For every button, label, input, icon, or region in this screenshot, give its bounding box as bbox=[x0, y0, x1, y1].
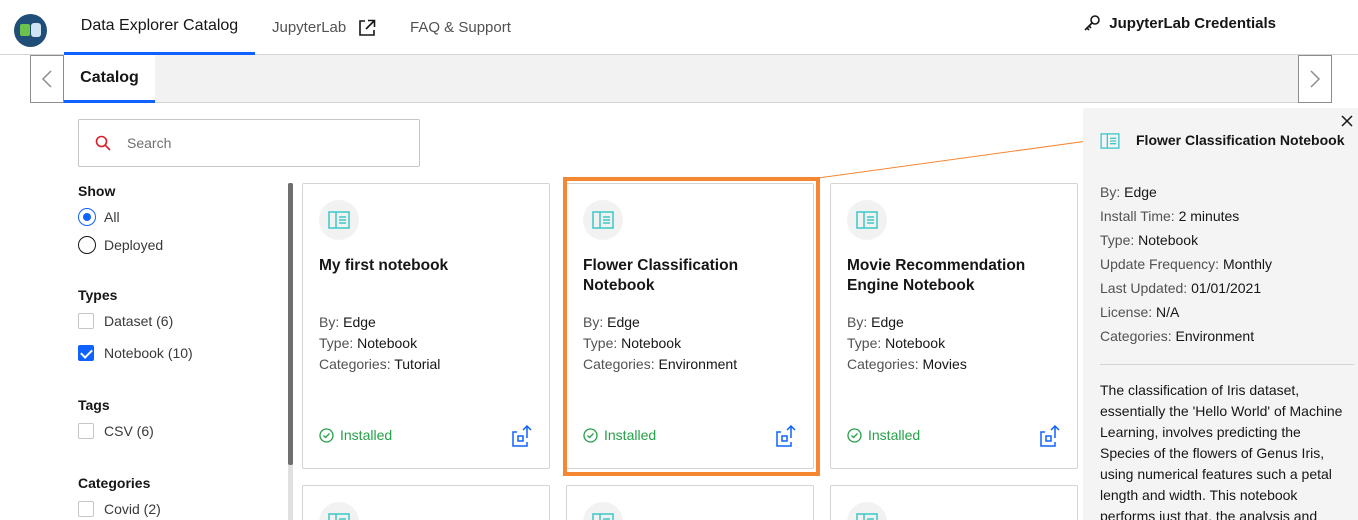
scroll-right-button[interactable] bbox=[1298, 55, 1332, 103]
notebook-icon bbox=[583, 502, 623, 520]
checkmark-circle-icon bbox=[319, 427, 334, 443]
catalog-card[interactable] bbox=[830, 485, 1078, 520]
tab-catalog[interactable]: Catalog bbox=[64, 55, 155, 103]
radio-button[interactable] bbox=[78, 208, 96, 226]
divider bbox=[1100, 364, 1354, 365]
catalog-card[interactable] bbox=[302, 485, 550, 520]
external-link-icon bbox=[358, 19, 376, 37]
detail-title: Flower Classification Notebook bbox=[1136, 132, 1345, 148]
filter-heading-categories: Categories bbox=[78, 475, 151, 491]
card-author: By: Edge bbox=[847, 314, 904, 330]
category-option-covid[interactable]: Covid (2) bbox=[78, 501, 161, 517]
detail-panel: Flower Classification Notebook By: Edge … bbox=[1083, 108, 1358, 520]
card-title: Movie Recommendation Engine Notebook bbox=[847, 257, 1026, 294]
selection-highlight bbox=[563, 177, 820, 476]
option-label: Notebook (10) bbox=[104, 345, 193, 361]
catalog-card[interactable] bbox=[566, 485, 814, 520]
option-label: Covid (2) bbox=[104, 501, 161, 517]
notebook-icon bbox=[319, 200, 359, 240]
filter-heading-types: Types bbox=[78, 287, 118, 303]
card-categories: Categories: Movies bbox=[847, 356, 967, 372]
detail-install-time: Install Time: 2 minutes bbox=[1100, 208, 1240, 224]
installed-status: Installed bbox=[847, 427, 920, 443]
card-type: Type: Notebook bbox=[847, 335, 946, 351]
launch-icon bbox=[512, 424, 532, 447]
tag-option-csv[interactable]: CSV (6) bbox=[78, 423, 154, 439]
checkbox[interactable] bbox=[78, 313, 94, 329]
search-input[interactable] bbox=[127, 135, 387, 151]
radio-button[interactable] bbox=[78, 236, 96, 254]
show-option-all[interactable]: All bbox=[78, 208, 120, 226]
chevron-left-icon bbox=[41, 70, 52, 88]
detail-description: The classification of Iris dataset, esse… bbox=[1100, 382, 1343, 520]
tab-label: FAQ & Support bbox=[410, 19, 511, 36]
option-label: Dataset (6) bbox=[104, 313, 174, 329]
detail-last-updated: Last Updated: 01/01/2021 bbox=[1100, 280, 1262, 296]
search-icon bbox=[95, 135, 111, 151]
jupyterlab-credentials-button[interactable]: JupyterLab Credentials bbox=[1083, 14, 1276, 32]
top-nav: Data Explorer Catalog JupyterLab FAQ & S… bbox=[0, 0, 1358, 55]
tab-jupyterlab[interactable]: JupyterLab bbox=[272, 0, 376, 55]
close-icon bbox=[1341, 115, 1353, 127]
notebook-icon bbox=[847, 200, 887, 240]
card-type: Type: Notebook bbox=[319, 335, 418, 351]
checkmark-circle-icon bbox=[847, 427, 862, 443]
detail-update-frequency: Update Frequency: Monthly bbox=[1100, 256, 1272, 272]
launch-button[interactable] bbox=[511, 424, 533, 453]
tab-label: Data Explorer Catalog bbox=[80, 17, 239, 34]
card-categories: Categories: Tutorial bbox=[319, 356, 441, 372]
launch-button[interactable] bbox=[1039, 424, 1061, 453]
detail-categories: Categories: Environment bbox=[1100, 328, 1255, 344]
scrollbar-thumb[interactable] bbox=[288, 183, 293, 465]
option-label: CSV (6) bbox=[104, 423, 154, 439]
catalog-tab-bar: Catalog bbox=[30, 55, 1332, 103]
checkbox[interactable] bbox=[78, 345, 94, 361]
app-logo bbox=[14, 14, 47, 47]
filter-heading-show: Show bbox=[78, 183, 116, 199]
option-label: All bbox=[104, 209, 120, 225]
installed-status: Installed bbox=[319, 427, 392, 443]
tab-faq-support[interactable]: FAQ & Support bbox=[410, 0, 511, 55]
card-title: My first notebook bbox=[319, 257, 449, 274]
checkbox[interactable] bbox=[78, 423, 94, 439]
key-icon bbox=[1084, 15, 1101, 31]
type-option-dataset[interactable]: Dataset (6) bbox=[78, 313, 173, 329]
launch-icon bbox=[1040, 424, 1060, 447]
tab-label: Catalog bbox=[80, 68, 139, 86]
checkbox[interactable] bbox=[78, 501, 94, 517]
catalog-card[interactable]: My first notebook By: Edge Type: Noteboo… bbox=[302, 183, 550, 469]
close-button[interactable] bbox=[1340, 114, 1354, 133]
tab-label: JupyterLab bbox=[272, 19, 347, 36]
notebook-icon bbox=[319, 502, 359, 520]
option-label: Deployed bbox=[104, 237, 164, 253]
tab-data-explorer-catalog[interactable]: Data Explorer Catalog bbox=[64, 0, 255, 55]
catalog-card[interactable]: Movie Recommendation Engine Notebook By:… bbox=[830, 183, 1078, 469]
search-box[interactable] bbox=[78, 119, 420, 167]
show-option-deployed[interactable]: Deployed bbox=[78, 236, 163, 254]
notebook-icon bbox=[847, 502, 887, 520]
scroll-left-button[interactable] bbox=[30, 55, 64, 103]
credentials-label: JupyterLab Credentials bbox=[1109, 14, 1276, 32]
detail-license: License: N/A bbox=[1100, 304, 1180, 320]
chevron-right-icon bbox=[1310, 70, 1321, 88]
filter-heading-tags: Tags bbox=[78, 397, 110, 413]
detail-type: Type: Notebook bbox=[1100, 232, 1199, 248]
notebook-icon bbox=[1100, 133, 1120, 154]
detail-author: By: Edge bbox=[1100, 184, 1157, 200]
type-option-notebook[interactable]: Notebook (10) bbox=[78, 345, 193, 361]
card-author: By: Edge bbox=[319, 314, 376, 330]
